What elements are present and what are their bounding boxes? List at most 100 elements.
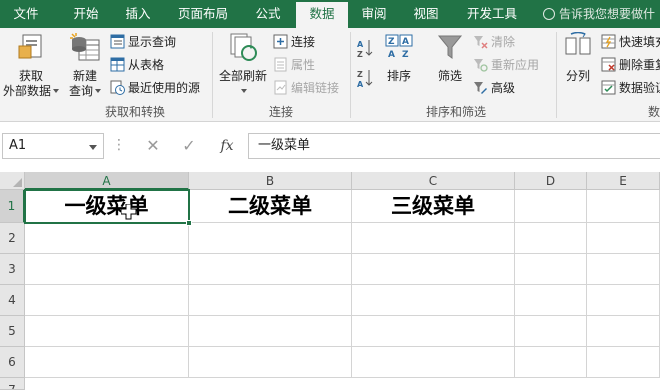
tab-developer[interactable]: 开发工具 xyxy=(456,0,528,28)
text-to-columns-button[interactable]: 分列 xyxy=(560,31,596,84)
refresh-all-button[interactable]: 全部刷新 xyxy=(216,32,270,99)
row-header-4[interactable]: 4 xyxy=(0,285,25,316)
tab-data[interactable]: 数据 xyxy=(296,2,348,28)
name-box[interactable]: A1 xyxy=(2,133,104,159)
row-header-3[interactable]: 3 xyxy=(0,254,25,285)
svg-text:A: A xyxy=(357,80,364,88)
formula-input[interactable]: 一级菜单 xyxy=(248,133,660,159)
sort-descending-button[interactable]: ZA xyxy=(357,68,375,90)
cell-d5[interactable] xyxy=(515,316,587,347)
cell-c4[interactable] xyxy=(352,285,515,316)
advanced-filter-button[interactable]: 高级 xyxy=(473,78,515,98)
table-icon xyxy=(110,57,125,72)
column-header-e[interactable]: E xyxy=(587,172,660,190)
edit-links-button[interactable]: 编辑链接 xyxy=(273,78,339,98)
svg-text:A: A xyxy=(388,50,395,60)
column-header-b[interactable]: B xyxy=(189,172,352,190)
clear-filter-icon xyxy=(474,36,488,49)
group-separator xyxy=(212,32,213,118)
get-external-data-label-1: 获取 xyxy=(18,69,43,83)
cell-b4[interactable] xyxy=(189,285,352,316)
cell-e2[interactable] xyxy=(587,223,660,254)
cell-a3[interactable] xyxy=(25,254,189,285)
row-header-1[interactable]: 1 xyxy=(0,190,25,223)
remove-duplicates-label: 删除重复 xyxy=(619,58,660,72)
cell-b6[interactable] xyxy=(189,347,352,378)
cell-d6[interactable] xyxy=(515,347,587,378)
group-separator xyxy=(350,32,351,118)
cell-b5[interactable] xyxy=(189,316,352,347)
tab-insert[interactable]: 插入 xyxy=(112,0,164,28)
cell-b2[interactable] xyxy=(189,223,352,254)
from-table-button[interactable]: 从表格 xyxy=(110,55,164,75)
new-query-label-2: 查询 xyxy=(68,84,93,98)
row-header-2[interactable]: 2 xyxy=(0,223,25,254)
get-external-data-button[interactable]: 获取 外部数据 xyxy=(2,32,60,99)
cell-b3[interactable] xyxy=(189,254,352,285)
cell-d2[interactable] xyxy=(515,223,587,254)
cell-c1[interactable]: 三级菜单 xyxy=(352,190,515,223)
tab-page-layout[interactable]: 页面布局 xyxy=(168,0,238,28)
tab-formulas[interactable]: 公式 xyxy=(244,0,292,28)
cell-c2[interactable] xyxy=(352,223,515,254)
cell-d1[interactable] xyxy=(515,190,587,223)
enter-icon[interactable]: ✓ xyxy=(176,133,202,159)
insert-function-icon[interactable]: fx xyxy=(212,133,242,159)
cell-a4[interactable] xyxy=(25,285,189,316)
select-all-icon xyxy=(13,178,22,187)
data-validation-button[interactable]: 数据验证 xyxy=(601,78,660,98)
from-table-label: 从表格 xyxy=(128,58,165,72)
clear-filter-button[interactable]: 清除 xyxy=(473,32,515,52)
new-query-icon xyxy=(70,33,100,61)
formula-bar: A1 ⋮ ✕ ✓ fx 一级菜单 xyxy=(0,122,660,172)
flash-fill-button[interactable]: 快速填充 xyxy=(601,32,660,52)
clear-label: 清除 xyxy=(491,35,516,49)
cell-e6[interactable] xyxy=(587,347,660,378)
column-header-c[interactable]: C xyxy=(352,172,515,190)
tell-me-text: 告诉我您想要做什 xyxy=(559,7,656,21)
active-cell-border xyxy=(24,189,190,224)
fill-handle[interactable] xyxy=(186,220,192,226)
column-header-d[interactable]: D xyxy=(515,172,587,190)
sort-ascending-button[interactable]: AZ xyxy=(357,38,375,60)
cell-d3[interactable] xyxy=(515,254,587,285)
cell-a6[interactable] xyxy=(25,347,189,378)
cell-e1[interactable] xyxy=(587,190,660,223)
properties-button[interactable]: 属性 xyxy=(273,55,315,75)
cell-c3[interactable] xyxy=(352,254,515,285)
cell-e3[interactable] xyxy=(587,254,660,285)
tab-review[interactable]: 审阅 xyxy=(350,0,398,28)
new-query-button[interactable]: 新建 查询 xyxy=(64,32,106,99)
connections-button[interactable]: 连接 xyxy=(273,32,315,52)
reapply-button[interactable]: 重新应用 xyxy=(473,55,539,75)
sort-button[interactable]: Z A A Z 排序 xyxy=(380,32,418,84)
show-queries-button[interactable]: 显示查询 xyxy=(110,32,176,52)
cell-b1[interactable]: 二级菜单 xyxy=(189,190,352,223)
cell-a2[interactable] xyxy=(25,223,189,254)
cell-e4[interactable] xyxy=(587,285,660,316)
row-header-6[interactable]: 6 xyxy=(0,347,25,378)
cell-c5[interactable] xyxy=(352,316,515,347)
group-label-get-transform: 获取和转换 xyxy=(104,105,165,119)
tab-home[interactable]: 开始 xyxy=(60,0,112,28)
cell-a5[interactable] xyxy=(25,316,189,347)
select-all-button[interactable] xyxy=(0,172,25,190)
tab-view[interactable]: 视图 xyxy=(402,0,450,28)
cell-d4[interactable] xyxy=(515,285,587,316)
cell-c6[interactable] xyxy=(352,347,515,378)
remove-duplicates-button[interactable]: 删除重复 xyxy=(601,55,660,75)
remove-duplicates-icon xyxy=(601,57,616,72)
row-header-7[interactable]: 7 xyxy=(0,378,25,390)
recent-sources-button[interactable]: 最近使用的源 xyxy=(110,78,200,98)
tab-file[interactable]: 文件 xyxy=(0,0,52,28)
column-header-a[interactable]: A xyxy=(25,172,189,190)
more-vertical-icon[interactable]: ⋮ xyxy=(112,135,126,155)
row-header-5[interactable]: 5 xyxy=(0,316,25,347)
filter-button[interactable]: 筛选 xyxy=(428,32,472,84)
cancel-icon[interactable]: ✕ xyxy=(140,133,166,159)
chevron-down-icon[interactable] xyxy=(89,145,97,150)
svg-text:Z: Z xyxy=(388,37,395,47)
cell-e5[interactable] xyxy=(587,316,660,347)
cursor-icon xyxy=(121,204,137,220)
tell-me-box[interactable]: 告诉我您想要做什 xyxy=(543,0,655,28)
